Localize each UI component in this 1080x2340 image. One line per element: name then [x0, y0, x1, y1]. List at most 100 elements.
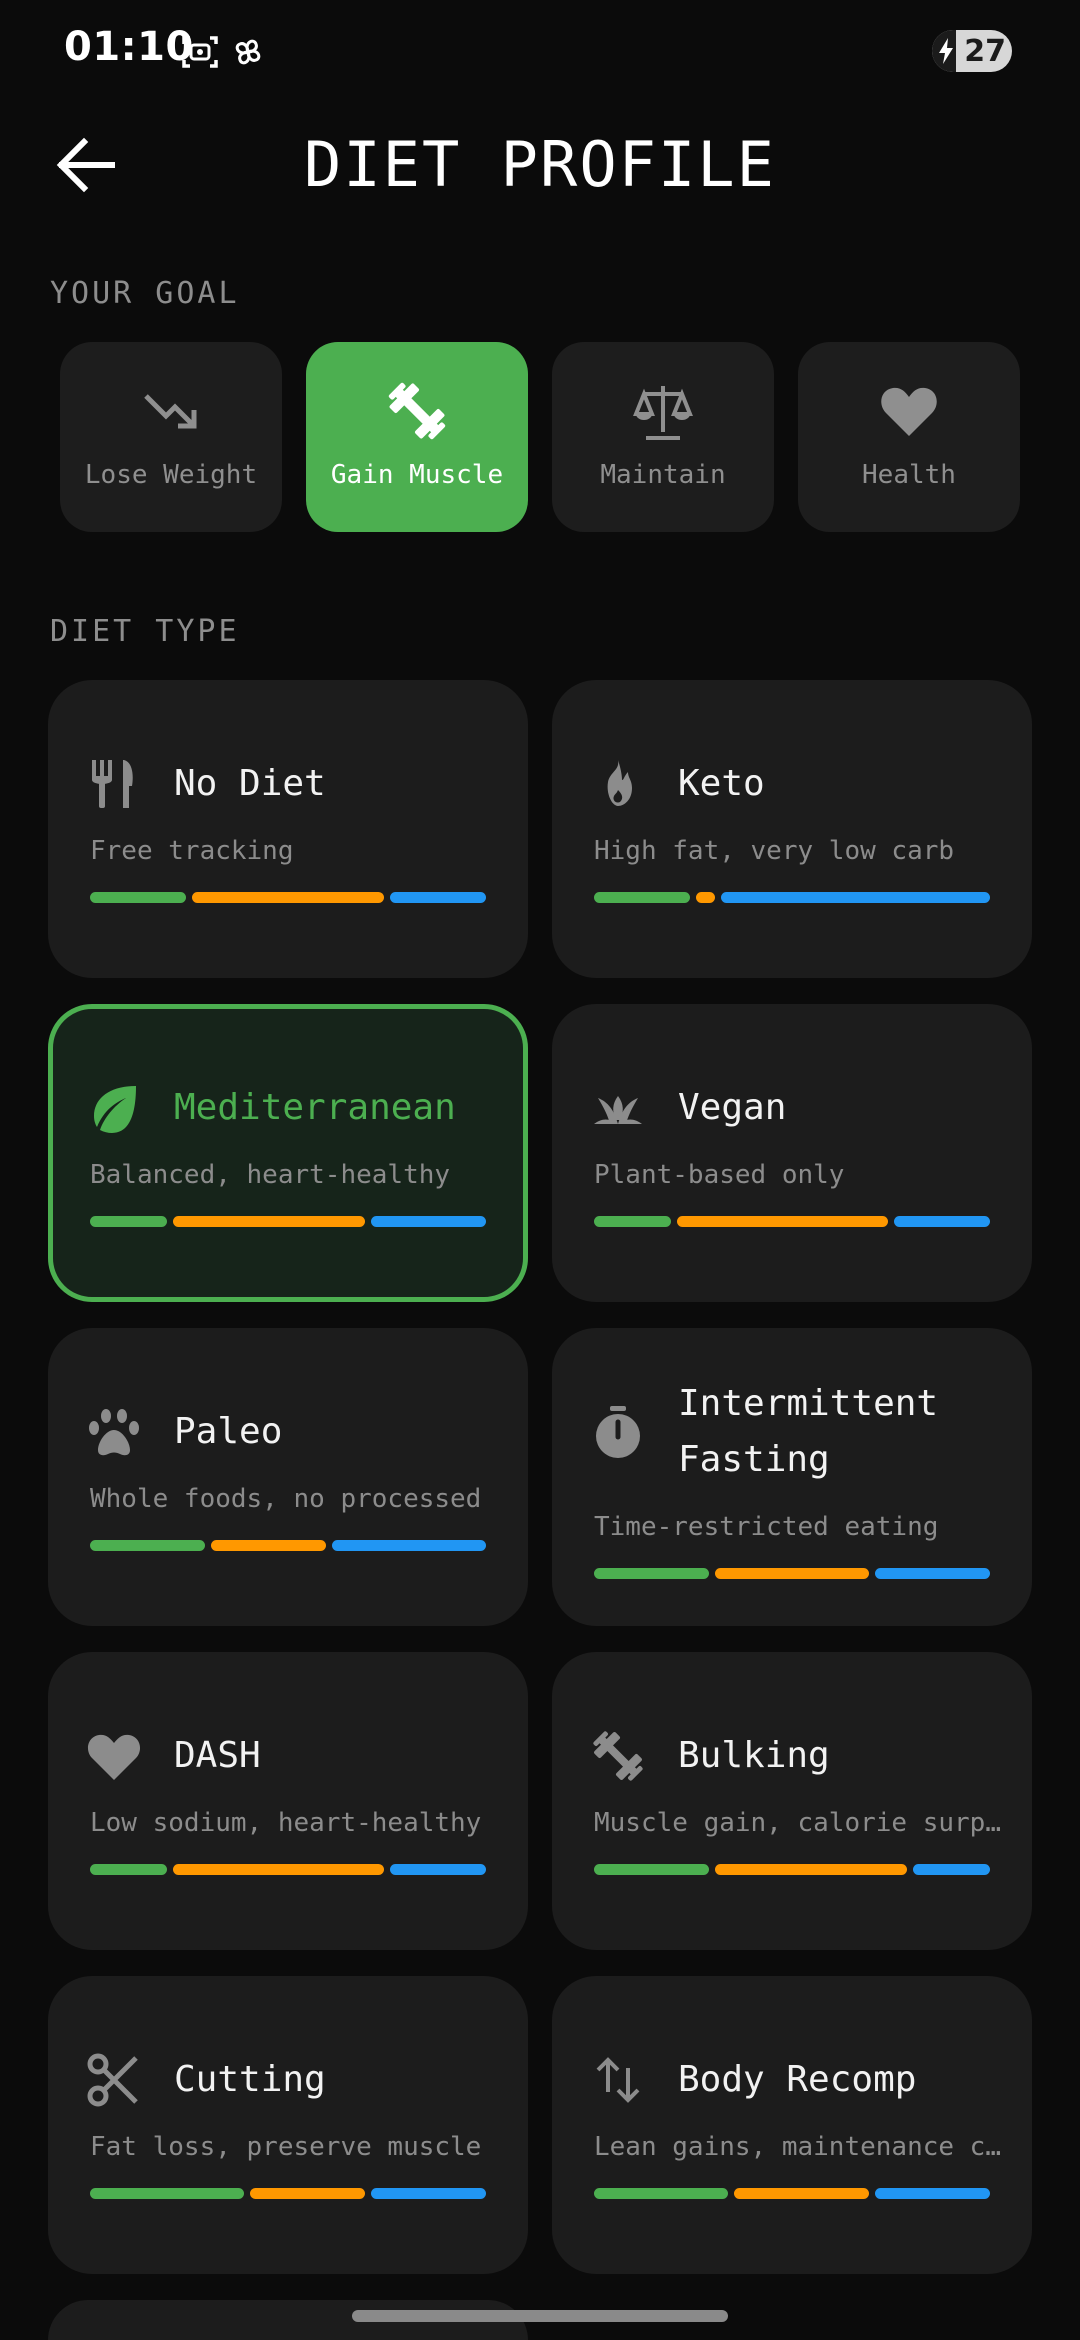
scissors-icon — [87, 2053, 138, 2107]
macro-bars — [594, 1216, 990, 1227]
diet-name: Keto — [678, 763, 765, 804]
protein-bar — [90, 1540, 206, 1551]
screenshot-icon — [182, 36, 218, 68]
diet-name: No Diet — [174, 763, 326, 804]
goal-label: Gain Muscle — [330, 460, 504, 490]
diet-card-intermittent-fasting[interactable]: Intermittent Fasting Time-restricted eat… — [552, 1328, 1032, 1626]
trending-down-icon — [144, 394, 197, 429]
fat-bar — [370, 2188, 486, 2199]
diet-description: Fat loss, preserve muscle — [90, 2132, 482, 2162]
protein-bar — [594, 1216, 671, 1227]
macro-bars — [90, 1540, 486, 1551]
diet-name: Vegan — [678, 1087, 787, 1128]
status-bar: 01:10 27 — [0, 0, 1080, 100]
protein-bar — [90, 1216, 167, 1227]
macro-bars — [90, 1216, 486, 1227]
status-time: 01:10 — [64, 24, 194, 70]
goal-section-label: YOUR GOAL — [50, 276, 240, 311]
goal-lose-weight[interactable]: Lose Weight — [60, 342, 282, 532]
fat-bar — [332, 1540, 486, 1551]
carbs-bar — [696, 892, 716, 903]
leaf-icon — [94, 1086, 136, 1133]
goal-label: Health — [862, 460, 956, 490]
fan-icon — [235, 39, 261, 65]
diet-card-body-recomp[interactable]: Body Recomp Lean gains, maintenance calo… — [552, 1976, 1032, 2274]
diet-section-label: DIET TYPE — [50, 614, 240, 649]
protein-bar — [594, 1568, 710, 1579]
diet-card-keto[interactable]: Keto High fat, very low carb — [552, 680, 1032, 978]
fat-bar — [390, 1864, 486, 1875]
diet-description: Low sodium, heart-healthy — [90, 1808, 482, 1838]
carbs-bar — [734, 2188, 869, 2199]
protein-bar — [594, 892, 690, 903]
stopwatch-icon — [596, 1406, 640, 1458]
fat-bar — [721, 892, 990, 903]
carbs-bar — [676, 1216, 888, 1227]
goal-gain-muscle[interactable]: Gain Muscle — [306, 342, 528, 532]
fat-bar — [370, 1216, 486, 1227]
macro-bars — [594, 1568, 990, 1579]
charging-bolt-icon — [939, 38, 953, 64]
carbs-bar — [172, 1864, 384, 1875]
heart-icon — [881, 387, 937, 436]
heart-icon — [87, 1734, 141, 1780]
fat-bar — [390, 892, 486, 903]
fat-bar — [913, 1864, 990, 1875]
macro-bars — [90, 1864, 486, 1875]
sprout-icon — [594, 1096, 642, 1124]
diet-card-mediterranean[interactable]: Mediterranean Balanced, heart-healthy — [48, 1004, 528, 1302]
home-indicator[interactable] — [352, 2310, 728, 2322]
diet-name: DASH — [174, 1735, 261, 1776]
diet-name: Cutting — [174, 2059, 326, 2100]
fork-knife-icon — [92, 760, 133, 808]
diet-description: Lean gains, maintenance calories — [594, 2132, 1004, 2162]
swap-vertical-icon — [596, 2057, 640, 2103]
carbs-bar — [249, 2188, 365, 2199]
battery-indicator: 27 — [932, 30, 1012, 72]
macro-bars — [594, 892, 990, 903]
diet-description: Time-restricted eating — [594, 1512, 939, 1542]
diet-description: Muscle gain, calorie surplus — [594, 1808, 1004, 1838]
battery-level: 27 — [964, 34, 1006, 69]
protein-bar — [90, 892, 186, 903]
diet-card-vegan[interactable]: Vegan Plant-based only — [552, 1004, 1032, 1302]
macro-bars — [594, 1864, 990, 1875]
dumbbell-icon — [388, 382, 446, 440]
protein-bar — [594, 2188, 729, 2199]
diet-description: High fat, very low carb — [594, 836, 955, 866]
goal-maintain[interactable]: Maintain — [552, 342, 774, 532]
carbs-bar — [172, 1216, 365, 1227]
carbs-bar — [715, 1568, 869, 1579]
diet-card-paleo[interactable]: Paleo Whole foods, no processed — [48, 1328, 528, 1626]
diet-description: Free tracking — [90, 836, 294, 866]
goal-health[interactable]: Health — [798, 342, 1020, 532]
diet-description: Balanced, heart-healthy — [90, 1160, 451, 1190]
carbs-bar — [192, 892, 384, 903]
flame-icon — [607, 760, 632, 806]
protein-bar — [594, 1864, 710, 1875]
macro-bars — [90, 2188, 486, 2199]
diet-description: Whole foods, no processed — [90, 1484, 482, 1514]
macro-bars — [594, 2188, 990, 2199]
carbs-bar — [211, 1540, 327, 1551]
diet-name: Intermittent Fasting — [678, 1383, 939, 1480]
fat-bar — [894, 1216, 990, 1227]
fat-bar — [874, 1568, 990, 1579]
balance-scale-icon — [633, 386, 693, 440]
page-title: DIET PROFILE — [304, 128, 776, 201]
macro-bars — [90, 892, 486, 903]
protein-bar — [90, 1864, 167, 1875]
fat-bar — [874, 2188, 990, 2199]
diet-card-dash[interactable]: DASH Low sodium, heart-healthy — [48, 1652, 528, 1950]
diet-card-cutting[interactable]: Cutting Fat loss, preserve muscle — [48, 1976, 528, 2274]
protein-bar — [90, 2188, 244, 2199]
diet-name: Body Recomp — [678, 2059, 917, 2100]
paw-icon — [89, 1409, 139, 1456]
diet-description: Plant-based only — [594, 1160, 845, 1190]
goal-label: Lose Weight — [84, 460, 258, 490]
diet-card-no-diet[interactable]: No Diet Free tracking — [48, 680, 528, 978]
diet-card-bulking[interactable]: Bulking Muscle gain, calorie surplus — [552, 1652, 1032, 1950]
carbs-bar — [715, 1864, 908, 1875]
dumbbell-icon — [593, 1731, 643, 1781]
diet-name: Bulking — [678, 1735, 830, 1776]
